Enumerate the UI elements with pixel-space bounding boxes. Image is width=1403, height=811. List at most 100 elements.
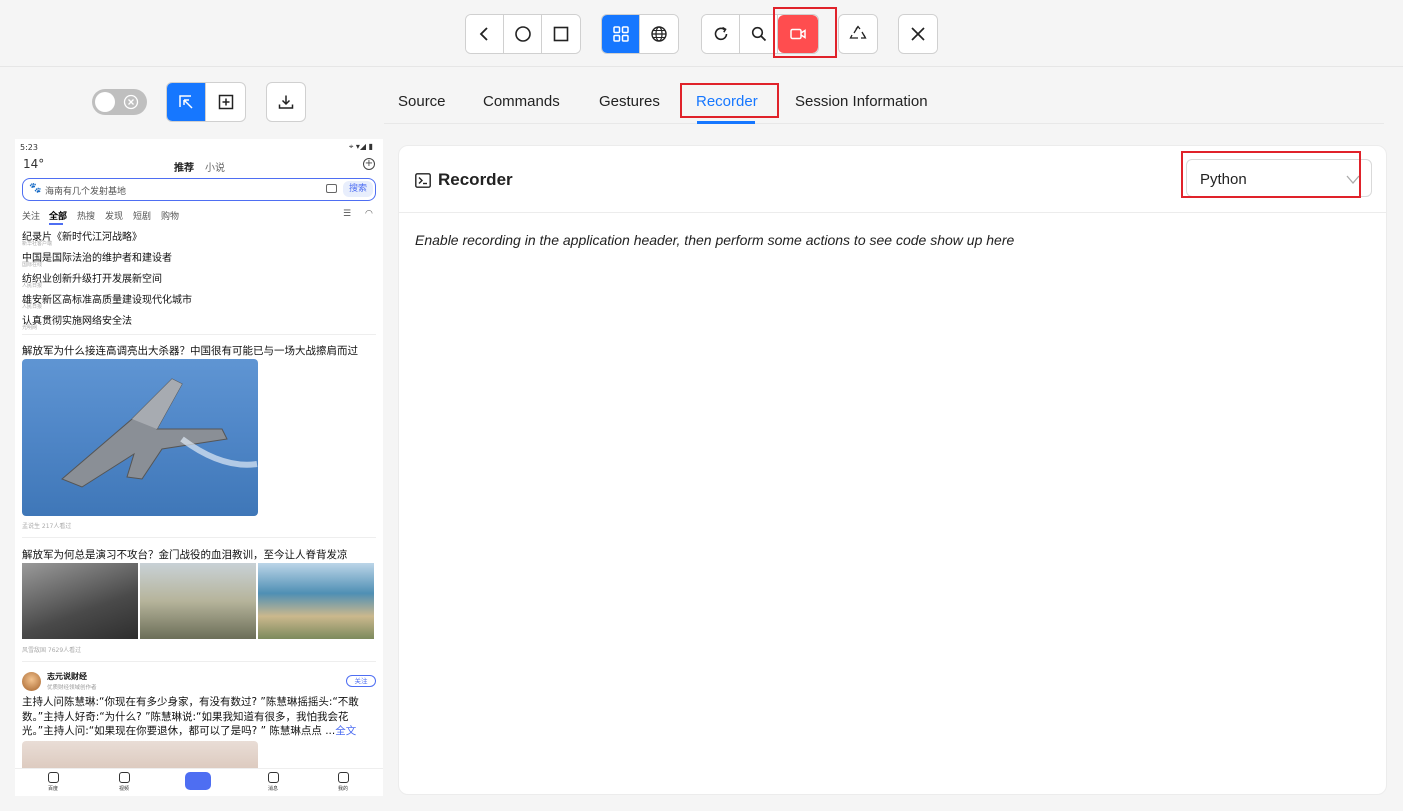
follow-button[interactable]: 关注 xyxy=(346,675,376,687)
article-image[interactable] xyxy=(140,563,256,639)
interaction-mode-group xyxy=(166,82,246,122)
close-icon xyxy=(911,27,925,41)
phone-category[interactable]: 发现 xyxy=(105,209,123,222)
select-element-button[interactable] xyxy=(167,83,206,121)
camera-icon[interactable] xyxy=(326,184,337,193)
news-source: 光明网 xyxy=(22,325,38,331)
recorder-panel: Recorder Python Enable recording in the … xyxy=(398,145,1387,795)
phone-search-text: 海南有几个发射基地 xyxy=(45,187,127,197)
show-attributes-toggle[interactable] xyxy=(92,89,147,115)
refresh-button[interactable] xyxy=(702,15,740,53)
web-mode-button[interactable] xyxy=(640,15,678,53)
app-switch-icon xyxy=(553,26,569,42)
news-source: 人民日报 xyxy=(22,283,43,289)
news-item[interactable]: 认真贯彻实施网络安全法 xyxy=(22,312,132,327)
active-tab-indicator xyxy=(697,121,755,124)
phone-bottom-nav: 百度 视频 消息 我的 xyxy=(15,768,383,796)
divider xyxy=(22,661,376,662)
device-screenshot[interactable]: 5:23 ⌖ ▾◢ ▮ 14° 推荐 小说 + 🐾 海南有几个发射基地 搜索 关… xyxy=(15,139,383,796)
article-title[interactable]: 解放军为什么接连高调亮出大杀器？中国很有可能已与一场大战擦肩而过 xyxy=(22,343,358,358)
divider xyxy=(22,537,376,538)
news-source: 人民日报 xyxy=(22,304,43,310)
download-icon xyxy=(278,95,294,109)
menu-icon[interactable]: ☰ xyxy=(343,209,351,219)
news-source: 国际在线 xyxy=(22,262,43,268)
phone-search-button[interactable]: 搜索 xyxy=(343,181,373,197)
post-more-link[interactable]: 全文 xyxy=(335,725,356,737)
phone-plus-icon[interactable]: + xyxy=(363,158,375,170)
voice-search-button[interactable] xyxy=(185,772,211,790)
tap-coordinates-button[interactable] xyxy=(206,83,245,121)
native-app-mode-button[interactable] xyxy=(602,15,640,53)
tab-gestures[interactable]: Gestures xyxy=(599,93,660,110)
article-image[interactable] xyxy=(258,563,374,639)
article-title[interactable]: 解放军为何总是演习不攻台？金门战役的血泪教训，至今让人脊背发凉 xyxy=(22,547,348,562)
message-icon xyxy=(267,772,279,783)
news-source: 新华社客户端 xyxy=(22,241,53,247)
phone-category[interactable]: 关注 xyxy=(22,209,40,222)
post-text[interactable]: 主持人问陈慧琳:“你现在有多少身家，有没有数过? ”陈慧琳摇摇头:“不敢数。”主… xyxy=(22,695,378,739)
post-author-sub: 优质财经领域创作者 xyxy=(47,685,97,691)
terminal-icon xyxy=(415,173,431,188)
news-item[interactable]: 雄安新区高标准高质量建设现代化城市 xyxy=(22,291,192,306)
back-icon xyxy=(479,27,488,41)
phone-nav-video[interactable]: 视频 xyxy=(109,772,139,792)
phone-category[interactable]: 热搜 xyxy=(77,209,95,222)
news-item[interactable]: 纺织业创新升级打开发展新空间 xyxy=(22,270,162,285)
phone-nav-label: 视频 xyxy=(118,786,129,792)
phone-nav-home[interactable]: 百度 xyxy=(38,772,68,792)
select-cursor-icon xyxy=(179,95,193,109)
search-icon xyxy=(751,26,766,42)
tab-commands[interactable]: Commands xyxy=(483,93,560,110)
profile-icon xyxy=(337,772,349,783)
article-meta: 孟说生 217人看过 xyxy=(22,523,72,530)
fighter-jet-image[interactable] xyxy=(22,359,258,516)
news-item[interactable]: 中国是国际法治的维护者和建设者 xyxy=(22,249,172,264)
article-meta: 风雪敌国 7629人看过 xyxy=(22,647,82,654)
headphone-icon[interactable]: ◠ xyxy=(365,209,373,219)
phone-category[interactable]: 短剧 xyxy=(133,209,151,222)
phone-temperature: 14° xyxy=(23,157,45,171)
phone-category-indicator xyxy=(49,223,63,225)
home-icon xyxy=(514,26,531,42)
home-button[interactable] xyxy=(504,15,542,53)
toggle-knob xyxy=(95,92,115,112)
app-switch-button[interactable] xyxy=(542,15,580,53)
post-body: 主持人问陈慧琳:“你现在有多少身家，有没有数过? ”陈慧琳摇摇头:“不敢数。”主… xyxy=(22,696,359,737)
avatar[interactable] xyxy=(22,672,41,691)
toggle-off-icon xyxy=(123,94,139,110)
phone-nav-label: 百度 xyxy=(47,786,58,792)
phone-tab-novel[interactable]: 小说 xyxy=(205,159,225,174)
tab-session-information[interactable]: Session Information xyxy=(795,93,928,110)
phone-category[interactable]: 全部 xyxy=(49,209,67,222)
top-toolbar xyxy=(0,0,1403,67)
phone-nav-messages[interactable]: 消息 xyxy=(258,772,288,792)
phone-category[interactable]: 购物 xyxy=(161,209,179,222)
refresh-icon xyxy=(714,26,727,41)
article-image[interactable] xyxy=(22,563,138,639)
phone-tab-recommend[interactable]: 推荐 xyxy=(174,159,194,174)
post-author[interactable]: 志元说财经 xyxy=(47,671,87,682)
recycle-button[interactable] xyxy=(839,15,877,53)
recycle-icon xyxy=(849,25,867,39)
close-group xyxy=(898,14,938,54)
native-apps-icon xyxy=(612,26,629,42)
tab-source[interactable]: Source xyxy=(398,93,446,110)
download-screenshot-button[interactable] xyxy=(266,82,306,122)
add-square-icon xyxy=(218,94,233,110)
phone-nav-me[interactable]: 我的 xyxy=(328,772,358,792)
context-group xyxy=(601,14,679,54)
divider xyxy=(22,334,376,335)
baidu-paw-icon: 🐾 xyxy=(29,183,42,194)
phone-nav-label: 消息 xyxy=(267,786,278,792)
jet-illustration xyxy=(61,378,258,488)
video-icon xyxy=(118,772,130,783)
back-button[interactable] xyxy=(466,15,504,53)
phone-nav-label: 我的 xyxy=(337,786,348,792)
language-select-highlight xyxy=(1181,151,1361,198)
close-session-button[interactable] xyxy=(899,15,937,53)
paw-icon xyxy=(47,772,59,783)
phone-search-box[interactable]: 🐾 海南有几个发射基地 搜索 xyxy=(22,178,376,201)
extra-group xyxy=(838,14,878,54)
recorder-empty-message: Enable recording in the application head… xyxy=(415,232,1015,248)
